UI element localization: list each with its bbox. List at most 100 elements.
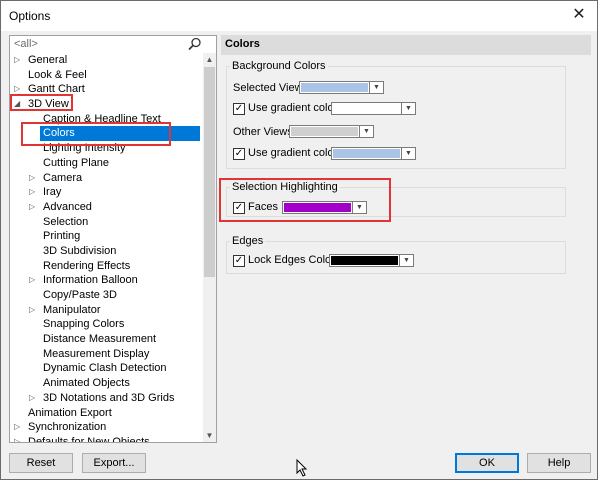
expand-arrow-icon[interactable]: ▷ xyxy=(29,171,35,186)
gradient2-color-picker[interactable]: ▼ xyxy=(331,147,416,160)
tree-item[interactable]: 3D Subdivision xyxy=(10,244,203,259)
panel-header: Colors xyxy=(221,35,591,55)
tree-item-label: General xyxy=(28,54,68,66)
tree-item-label: Copy/Paste 3D xyxy=(43,289,117,301)
tree-item-label: 3D Notations and 3D Grids xyxy=(43,391,175,404)
other-views-color-picker[interactable]: ▼ xyxy=(289,125,374,138)
lock-edges-swatch xyxy=(331,256,398,265)
tree-item[interactable]: Dynamic Clash Detection xyxy=(10,361,203,376)
selected-view-swatch xyxy=(301,83,368,92)
tree-item-label: Iray xyxy=(43,186,62,199)
tree-item[interactable]: Snapping Colors xyxy=(10,317,203,332)
tree-item[interactable]: Printing xyxy=(10,229,203,244)
tree-item[interactable]: Look & Feel xyxy=(10,68,203,83)
tree-item[interactable]: ▷ Camera xyxy=(10,171,203,186)
options-dialog: Options ✕ <all> ▷ General Look & Feel ▷ Gant… xyxy=(0,0,598,480)
highlight-selection xyxy=(219,178,391,222)
tree-item-label: Manipulator xyxy=(43,303,101,316)
expand-arrow-icon[interactable]: ▷ xyxy=(14,435,20,442)
title-bar: Options ✕ xyxy=(1,1,597,31)
expand-arrow-icon[interactable]: ▷ xyxy=(29,303,35,318)
expand-arrow-icon[interactable]: ▷ xyxy=(29,200,35,215)
close-button[interactable]: ✕ xyxy=(561,1,597,31)
expand-arrow-icon[interactable]: ▷ xyxy=(14,53,20,68)
tree-item-label: Measurement Display xyxy=(43,347,150,360)
tree-item[interactable]: ▷ Defaults for New Objects xyxy=(10,435,203,443)
chevron-down-icon[interactable]: ▼ xyxy=(401,148,415,159)
edges-title: Edges xyxy=(230,235,266,247)
tree-item-label: Information Balloon xyxy=(43,274,138,287)
tree-item[interactable]: ▷ Iray xyxy=(10,185,203,200)
tree-item[interactable]: ▷ Advanced xyxy=(10,200,203,215)
tree-item[interactable]: Animation Export xyxy=(10,406,203,421)
expand-arrow-icon[interactable]: ▷ xyxy=(14,420,20,435)
tree-item-label: Printing xyxy=(43,230,81,243)
tree-item-label: Animation Export xyxy=(28,406,112,419)
other-views-swatch xyxy=(291,127,358,136)
tree-item-label: Camera xyxy=(43,171,83,184)
gradient2-checkbox[interactable]: ✓ xyxy=(233,148,245,160)
scroll-thumb[interactable] xyxy=(204,67,215,277)
panel-title: Colors xyxy=(225,38,260,50)
selected-view-label: Selected View xyxy=(233,82,303,94)
gradient2-swatch xyxy=(333,149,400,158)
tree-item[interactable]: Measurement Display xyxy=(10,347,203,362)
reset-button[interactable]: Reset xyxy=(9,453,73,473)
search-icon[interactable] xyxy=(188,37,202,51)
highlight-3d-view xyxy=(10,94,73,111)
highlight-colors xyxy=(21,122,171,146)
background-colors-title: Background Colors xyxy=(230,60,328,72)
chevron-down-icon[interactable]: ▼ xyxy=(399,255,413,266)
gradient1-checkbox[interactable]: ✓ xyxy=(233,103,245,115)
gradient2-label: Use gradient color xyxy=(248,147,338,159)
window-title: Options xyxy=(9,9,51,23)
gradient1-swatch xyxy=(333,104,400,113)
lock-edges-checkbox[interactable]: ✓ xyxy=(233,255,245,267)
tree-item-label: Distance Measurement xyxy=(43,333,157,346)
tree-item[interactable]: ▷ Manipulator xyxy=(10,303,203,318)
tree-item-label: Cutting Plane xyxy=(43,156,110,169)
tree-item[interactable]: Selection xyxy=(10,215,203,230)
selected-view-color-picker[interactable]: ▼ xyxy=(299,81,384,94)
lock-edges-label: Lock Edges Color xyxy=(248,254,335,266)
tree-item-label: Advanced xyxy=(43,200,92,213)
chevron-down-icon[interactable]: ▼ xyxy=(359,126,373,137)
tree-item[interactable]: ▷ Synchronization xyxy=(10,420,203,435)
lock-edges-color-picker[interactable]: ▼ xyxy=(329,254,414,267)
expand-arrow-icon[interactable]: ▷ xyxy=(29,185,35,200)
other-views-label: Other Views xyxy=(233,126,293,138)
expand-arrow-icon[interactable]: ▷ xyxy=(29,273,35,288)
tree-item-label: Defaults for New Objects xyxy=(28,435,150,443)
chevron-down-icon[interactable]: ▼ xyxy=(401,103,415,114)
tree-item[interactable]: Copy/Paste 3D xyxy=(10,288,203,303)
tree-item-label: Synchronization xyxy=(28,421,107,434)
tree-item[interactable]: Rendering Effects xyxy=(10,259,203,274)
scroll-up-icon[interactable]: ▲ xyxy=(203,53,216,66)
gradient1-color-picker[interactable]: ▼ xyxy=(331,102,416,115)
mouse-cursor-icon xyxy=(296,459,308,477)
tree-list: ▷ General Look & Feel ▷ Gantt Chart ◢ 3D View C… xyxy=(10,53,203,443)
tree-item-label: 3D Subdivision xyxy=(43,244,117,257)
tree-item[interactable]: ▷ 3D Notations and 3D Grids xyxy=(10,391,203,406)
tree-item-label: Rendering Effects xyxy=(43,259,131,272)
tree-item[interactable]: Cutting Plane xyxy=(10,156,203,171)
help-button[interactable]: Help xyxy=(527,453,591,473)
scroll-down-icon[interactable]: ▼ xyxy=(203,429,216,442)
tree-item[interactable]: Distance Measurement xyxy=(10,332,203,347)
tree-item-label: Selection xyxy=(43,215,89,228)
gradient1-label: Use gradient color xyxy=(248,102,338,114)
tree-item-label: Animated Objects xyxy=(43,377,130,390)
export-button[interactable]: Export... xyxy=(82,453,146,473)
tree-item[interactable]: ▷ General xyxy=(10,53,203,68)
tree-item-label: Look & Feel xyxy=(28,68,87,81)
tree-item[interactable]: ▷ Information Balloon xyxy=(10,273,203,288)
tree-item-label: Snapping Colors xyxy=(43,318,125,331)
search-input[interactable]: <all> xyxy=(14,38,38,50)
tree-item[interactable]: Animated Objects xyxy=(10,376,203,391)
search-box[interactable]: <all> xyxy=(10,36,216,53)
expand-arrow-icon[interactable]: ▷ xyxy=(29,391,35,406)
ok-button[interactable]: OK xyxy=(455,453,519,473)
chevron-down-icon[interactable]: ▼ xyxy=(369,82,383,93)
tree-item-label: Dynamic Clash Detection xyxy=(43,362,167,375)
tree-scrollbar[interactable]: ▲ ▼ xyxy=(203,53,216,442)
